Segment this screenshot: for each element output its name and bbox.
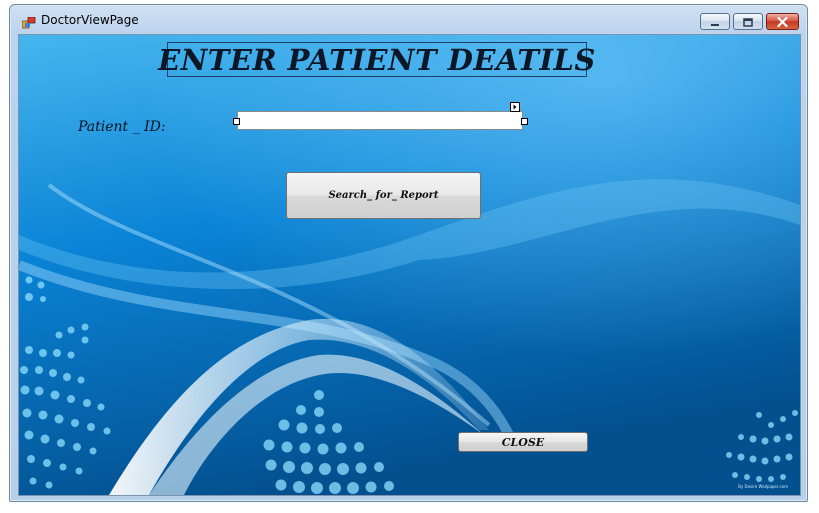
patient-id-label: Patient _ ID: <box>78 119 166 135</box>
close-icon <box>777 12 788 31</box>
resize-handle-right[interactable] <box>521 118 528 125</box>
close-window-button[interactable] <box>766 13 799 30</box>
close-button[interactable]: CLOSE <box>458 432 588 452</box>
wallpaper-credit: By Desire Wallpaper.com <box>738 484 788 489</box>
page-heading: ENTER PATIENT DEATILS <box>158 42 596 77</box>
minimize-button[interactable] <box>700 13 730 30</box>
resize-handle-left[interactable] <box>233 118 240 125</box>
maximize-icon <box>743 12 753 31</box>
form-client-area: ENTER PATIENT DEATILS Patient _ ID: Sear… <box>18 34 801 496</box>
smart-tag-button[interactable] <box>510 102 520 112</box>
window-title: DoctorViewPage <box>41 13 139 27</box>
patient-id-input[interactable] <box>237 111 523 130</box>
app-icon <box>21 14 36 29</box>
app-window: DoctorViewPage ENTER PATIENT DEATILS Pat… <box>9 4 808 502</box>
search-for-report-button[interactable]: Search_ for_ Report <box>286 172 481 219</box>
title-bar[interactable]: DoctorViewPage <box>10 5 807 33</box>
background-wallpaper <box>19 35 800 495</box>
minimize-icon <box>710 12 720 31</box>
maximize-button[interactable] <box>733 13 763 30</box>
smart-tag-arrow-icon <box>511 103 519 111</box>
